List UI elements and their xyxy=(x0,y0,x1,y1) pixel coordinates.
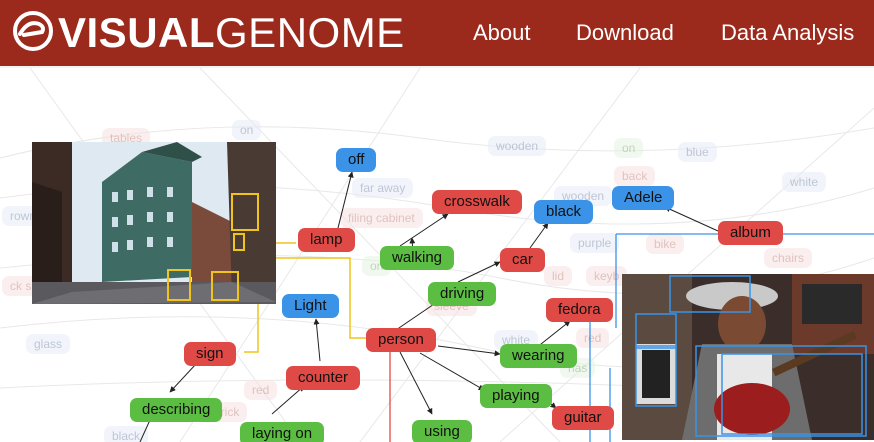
guitarist-photo-icon xyxy=(622,274,874,440)
graph-node-describing[interactable]: describing xyxy=(130,398,223,422)
graph-node-wearing[interactable]: wearing xyxy=(500,344,577,368)
street-scene-photo[interactable] xyxy=(32,142,276,304)
graph-node-person[interactable]: person xyxy=(366,328,436,352)
graph-node-crosswalk[interactable]: crosswalk xyxy=(432,190,522,214)
graph-node-lamp[interactable]: lamp xyxy=(298,228,355,252)
top-navigation-bar: VISUALGENOME About Download Data Analysi… xyxy=(0,0,874,68)
street-photo-icon xyxy=(32,142,276,304)
scene-graph-hero: tables on wooden on blue back white far away woo… xyxy=(0,68,874,442)
graph-node-light[interactable]: Light xyxy=(282,294,339,318)
graph-node-fedora[interactable]: fedora xyxy=(546,298,613,322)
graph-node-using[interactable]: using xyxy=(412,420,472,442)
visual-genome-logo-icon[interactable] xyxy=(12,10,54,52)
graph-node-laying-on[interactable]: laying on xyxy=(240,422,325,442)
guitarist-photo[interactable] xyxy=(622,274,874,440)
graph-node-counter[interactable]: counter xyxy=(286,366,361,390)
graph-node-walking[interactable]: walking xyxy=(380,246,455,270)
graph-node-black[interactable]: black xyxy=(534,200,594,224)
graph-node-album[interactable]: album xyxy=(718,221,783,245)
graph-node-adele[interactable]: Adele xyxy=(612,186,675,210)
logo-light: GENOME xyxy=(215,9,405,56)
graph-node-guitar[interactable]: guitar xyxy=(552,406,614,430)
nav-data-analysis-link[interactable]: Data Analysis xyxy=(721,20,854,46)
graph-node-car[interactable]: car xyxy=(500,248,545,272)
logo-bold: VISUAL xyxy=(58,9,216,56)
nav-about-link[interactable]: About xyxy=(473,20,531,46)
graph-node-playing[interactable]: playing xyxy=(480,384,552,408)
graph-node-off[interactable]: off xyxy=(336,148,377,172)
graph-node-sign[interactable]: sign xyxy=(184,342,236,366)
site-logo-text[interactable]: VISUALGENOME xyxy=(58,10,405,56)
nav-download-link[interactable]: Download xyxy=(576,20,674,46)
graph-node-driving[interactable]: driving xyxy=(428,282,497,306)
